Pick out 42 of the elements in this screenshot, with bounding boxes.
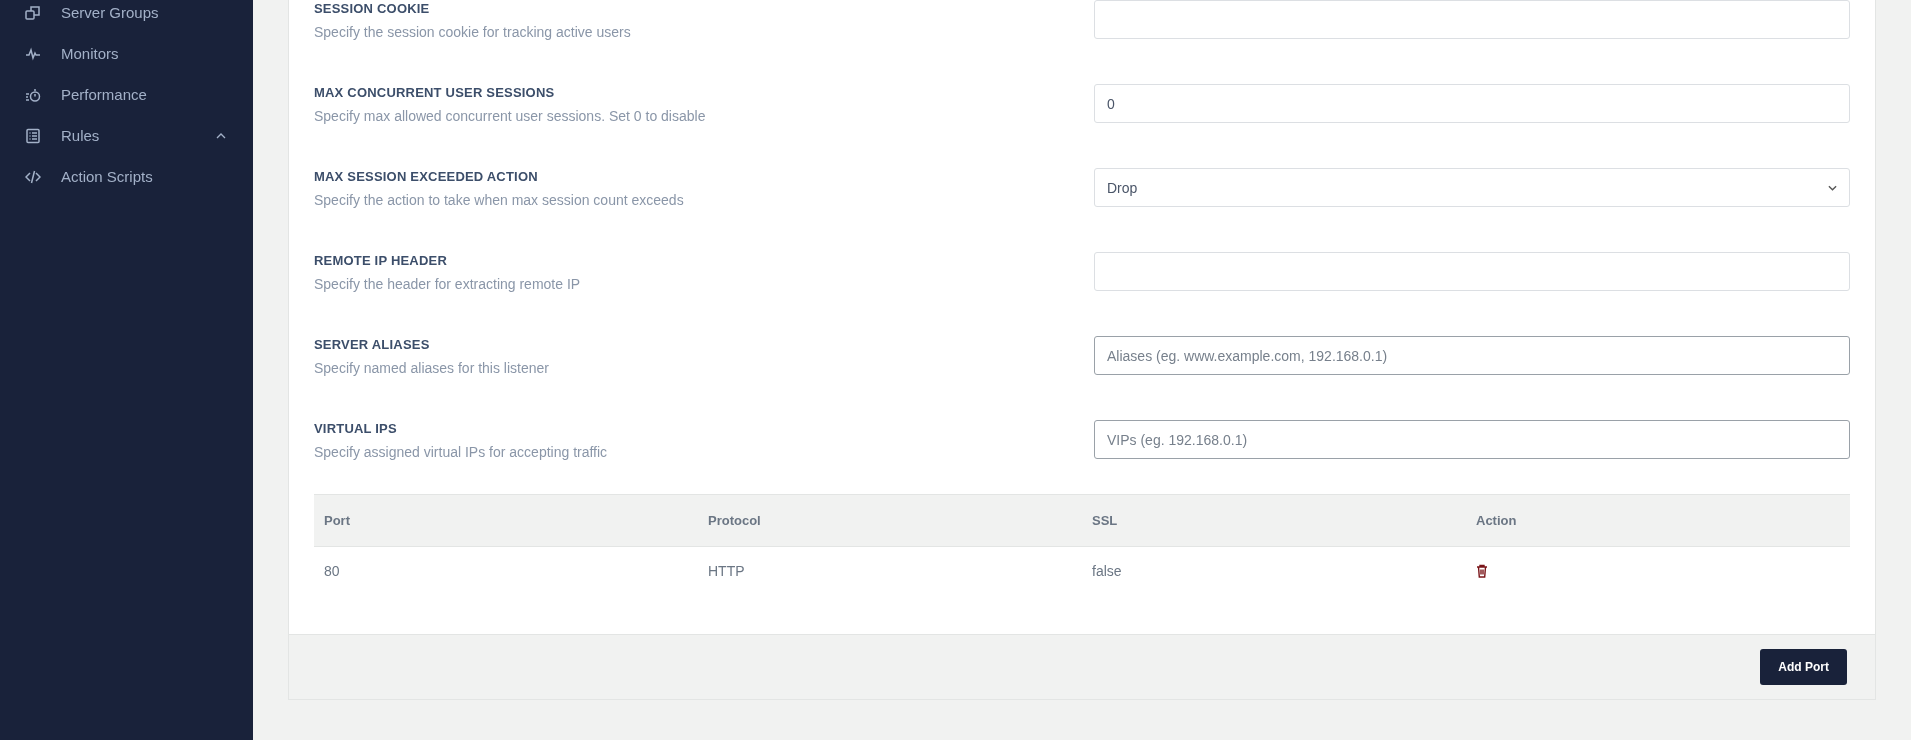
- input-field[interactable]: VIPs (eg. 192.168.0.1): [1094, 420, 1850, 459]
- chevron-up-icon[interactable]: [216, 132, 226, 139]
- field-description: Specify max allowed concurrent user sessions. Set 0 to disable: [314, 108, 707, 124]
- nav-item[interactable]: Action Scripts: [0, 156, 253, 197]
- column-header: SSL: [1082, 494, 1466, 547]
- nav-item[interactable]: Monitors: [0, 33, 253, 74]
- field-description: Specify the action to take when max session count exceeds: [314, 192, 685, 208]
- nav-label: Rules: [61, 127, 101, 144]
- nav-label: Server Groups: [61, 4, 160, 21]
- nav-label: Monitors: [61, 45, 120, 62]
- nav-item[interactable]: Server Groups: [0, 0, 253, 33]
- field-description: Specify the header for extracting remote IP: [314, 276, 582, 292]
- field-label: VIRTUAL IPS: [314, 421, 398, 436]
- field-label: REMOTE IP HEADER: [314, 253, 448, 268]
- list-icon: [25, 127, 41, 144]
- column-header: Protocol: [698, 494, 1082, 547]
- trash-icon[interactable]: [1476, 563, 1488, 578]
- select-field[interactable]: Drop: [1094, 168, 1850, 207]
- add-port-button[interactable]: Add Port: [1760, 649, 1847, 685]
- input-field[interactable]: 0: [1094, 84, 1850, 123]
- field-label: MAX SESSION EXCEEDED ACTION: [314, 169, 539, 184]
- table-cell: HTTP: [698, 546, 1082, 594]
- input-field[interactable]: Aliases (eg. www.example.com, 192.168.0.1): [1094, 336, 1850, 375]
- column-header: Action: [1466, 494, 1850, 547]
- nav-label: Action Scripts: [61, 168, 154, 185]
- code-icon: [25, 168, 41, 185]
- field-label: SERVER ALIASES: [314, 337, 431, 352]
- nav-item[interactable]: Performance: [0, 74, 253, 115]
- field-description: Specify assigned virtual IPs for accepting traffic: [314, 444, 609, 460]
- table-cell: 80: [314, 546, 698, 594]
- chevron-down-icon: [1828, 184, 1837, 191]
- copy-icon: [25, 4, 41, 21]
- nav-item[interactable]: Rules: [0, 115, 253, 156]
- column-header: Port: [314, 494, 698, 547]
- select-value: Drop: [1107, 179, 1138, 196]
- field-label: SESSION COOKIE: [314, 1, 431, 16]
- table-cell: false: [1082, 546, 1466, 594]
- nav-label: Performance: [61, 86, 148, 103]
- field-label: MAX CONCURRENT USER SESSIONS: [314, 85, 556, 100]
- field-description: Specify the session cookie for tracking active users: [314, 24, 632, 40]
- stopwatch-icon: [25, 86, 41, 103]
- field-description: Specify named aliases for this listener: [314, 360, 550, 376]
